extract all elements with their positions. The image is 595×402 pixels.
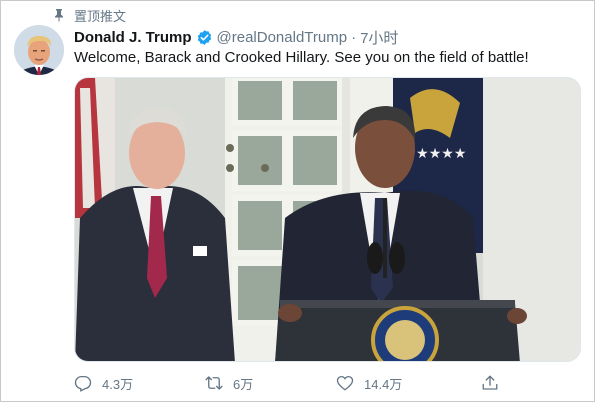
retweet-count: 6万: [233, 376, 254, 392]
author-handle[interactable]: @realDonaldTrump: [217, 29, 348, 46]
author-name[interactable]: Donald J. Trump: [74, 29, 192, 46]
tweet-text: Welcome, Barack and Crooked Hillary. See…: [74, 49, 529, 66]
share-icon: [482, 375, 498, 390]
heart-icon: [336, 375, 354, 391]
tweet-photo[interactable]: ★★★★★: [74, 77, 581, 362]
reply-icon: [74, 375, 92, 392]
reply-button[interactable]: 4.3万: [74, 374, 133, 393]
pinned-label: 置顶推文: [74, 8, 127, 24]
pinned-tweet-indicator: 置顶推文: [52, 6, 126, 24]
tweet-actions: 4.3万 6万 14.4万: [74, 372, 504, 394]
tweet-header: Donald J. Trump @realDonaldTrump · 7小时: [74, 27, 398, 47]
like-button[interactable]: 14.4万: [336, 374, 402, 393]
retweet-icon: [205, 376, 223, 390]
like-count: 14.4万: [364, 376, 403, 392]
verified-badge-icon: [196, 29, 213, 46]
header-separator: ·: [351, 28, 357, 46]
avatar[interactable]: [14, 25, 64, 75]
share-button[interactable]: [481, 374, 509, 392]
tweet-timestamp[interactable]: 7小时: [360, 27, 398, 48]
retweet-button[interactable]: 6万: [205, 374, 253, 393]
reply-count: 4.3万: [102, 376, 134, 392]
pin-icon: [52, 8, 66, 22]
